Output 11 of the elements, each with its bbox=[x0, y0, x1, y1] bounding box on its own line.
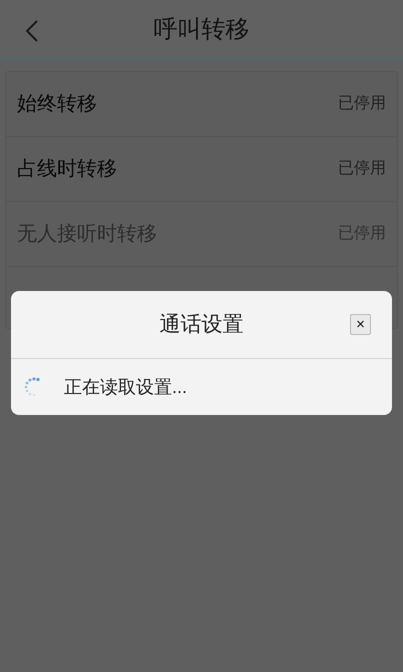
back-icon bbox=[26, 20, 38, 42]
loading-message: 正在读取设置... bbox=[64, 376, 188, 398]
settings-row[interactable]: 占线时转移 已停用 bbox=[6, 137, 397, 202]
close-button[interactable]: × bbox=[350, 314, 371, 335]
row-status: 已停用 bbox=[338, 94, 386, 114]
row-label: 始终转移 bbox=[17, 92, 97, 117]
row-label: 占线时转移 bbox=[17, 157, 117, 182]
settings-row[interactable]: 始终转移 已停用 bbox=[6, 72, 397, 137]
row-status: 已停用 bbox=[338, 159, 386, 179]
dialog-title: 通话设置 bbox=[160, 312, 244, 338]
screen-title: 呼叫转移 bbox=[154, 14, 250, 44]
